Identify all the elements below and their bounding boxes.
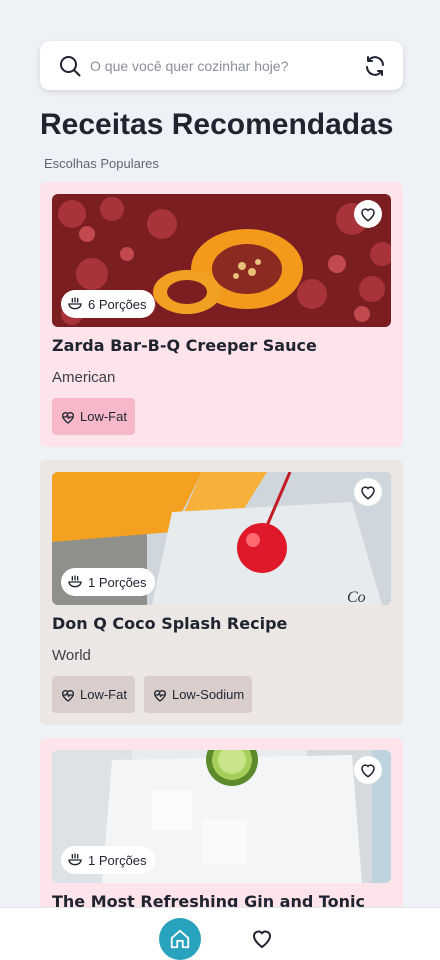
favorite-button[interactable] (354, 756, 382, 784)
recipe-title: Don Q Coco Splash Recipe (52, 614, 288, 633)
recipe-image: 6 Porções (52, 194, 391, 327)
home-icon (170, 929, 190, 949)
diet-tag-label: Low-Fat (80, 687, 127, 702)
nav-favorites-button[interactable] (249, 925, 275, 951)
servings-label: 1 Porções (88, 574, 147, 590)
recipe-card[interactable]: Co 1 Porções Don Q Coco Splash Recipe Wo… (40, 460, 403, 725)
heart-pulse-icon (62, 411, 74, 424)
servings-label: 1 Porções (88, 852, 147, 868)
diet-tag: Low-Sodium (143, 676, 253, 713)
section-subtitle: Escolhas Populares (44, 156, 159, 171)
recipe-title: Zarda Bar-B-Q Creeper Sauce (52, 336, 317, 355)
servings-badge: 1 Porções (61, 846, 155, 874)
bottom-nav (0, 907, 440, 960)
diet-tag: Low-Fat (52, 398, 135, 435)
search-icon (60, 55, 81, 76)
heart-icon (361, 764, 375, 778)
favorite-button[interactable] (354, 200, 382, 228)
search-bar[interactable]: O que você quer cozinhar hoje? (40, 41, 403, 90)
search-input[interactable]: O que você quer cozinhar hoje? (90, 58, 363, 74)
diet-tag-label: Low-Sodium (171, 687, 245, 702)
diet-tag-label: Low-Fat (80, 409, 127, 424)
recipe-image: 1 Porções (52, 750, 391, 883)
page-title: Receitas Recomendadas (40, 108, 394, 141)
heart-pulse-icon (62, 689, 74, 702)
recipe-cuisine: American (52, 369, 116, 386)
recipe-card[interactable]: 6 Porções Zarda Bar-B-Q Creeper Sauce Am… (40, 182, 403, 447)
servings-badge: 1 Porções (61, 568, 155, 596)
bowl-icon (68, 575, 82, 588)
refresh-icon[interactable] (363, 54, 387, 78)
diet-tag: Low-Fat (52, 676, 135, 713)
bowl-icon (68, 297, 82, 310)
recipe-cuisine: World (52, 647, 91, 664)
recipe-image: Co 1 Porções (52, 472, 391, 605)
heart-icon (361, 486, 375, 500)
bowl-icon (68, 853, 82, 866)
servings-label: 6 Porções (88, 296, 147, 312)
favorite-button[interactable] (354, 478, 382, 506)
svg-text:Co: Co (347, 589, 366, 605)
favorites-icon (252, 930, 272, 949)
heart-icon (361, 208, 375, 222)
servings-badge: 6 Porções (61, 290, 155, 318)
heart-pulse-icon (153, 689, 166, 702)
nav-home-button[interactable] (159, 918, 201, 960)
